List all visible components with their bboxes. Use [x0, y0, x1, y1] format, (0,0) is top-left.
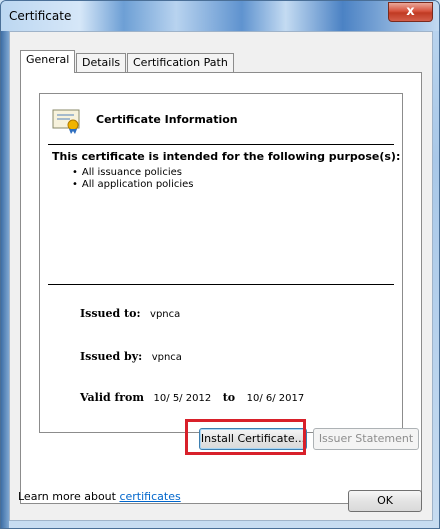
certificate-icon	[52, 109, 80, 134]
purpose-heading: This certificate is intended for the fol…	[52, 150, 401, 163]
issued-to-value: vpnca	[150, 309, 181, 320]
tab-details[interactable]: Details	[76, 53, 127, 72]
certificates-link[interactable]: certificates	[119, 490, 180, 503]
dialog-body: General Details Certification Path Certi…	[9, 31, 433, 521]
issued-by-row: Issued by: vpnca	[80, 350, 182, 363]
validity-row: Valid from 10/ 5/ 2012 to 10/ 6/ 2017	[80, 391, 304, 404]
certificate-window: Certificate x General Details Certificat…	[0, 0, 440, 529]
certificate-information-heading: Certificate Information	[96, 113, 238, 126]
ok-button[interactable]: OK	[348, 490, 422, 512]
valid-to-value: 10/ 6/ 2017	[246, 393, 305, 404]
close-button[interactable]: x	[388, 2, 433, 22]
tab-general[interactable]: General	[20, 50, 76, 73]
learn-more-text: Learn more about certificates	[18, 490, 181, 503]
close-icon: x	[406, 4, 415, 19]
tab-certification-path[interactable]: Certification Path	[127, 53, 234, 72]
issued-by-value: vpnca	[151, 352, 182, 363]
valid-to-label: to	[222, 391, 236, 404]
issued-to-row: Issued to: vpnca	[80, 307, 180, 320]
purpose-list: All issuance policies All application po…	[72, 167, 194, 191]
purpose-item: All issuance policies	[72, 167, 193, 179]
valid-from-label: Valid from	[80, 391, 145, 404]
title-bar[interactable]: Certificate x	[1, 1, 439, 31]
window-title: Certificate	[9, 9, 72, 23]
learn-more-prefix: Learn more about	[18, 490, 116, 503]
divider	[48, 144, 394, 145]
purpose-item: All application policies	[72, 179, 194, 191]
divider	[48, 284, 394, 285]
window-left-border	[1, 31, 9, 528]
issuer-statement-button[interactable]: Issuer Statement	[313, 428, 419, 450]
issued-to-label: Issued to:	[80, 307, 141, 320]
certificate-info-box: Certificate Information This certificate…	[39, 93, 403, 433]
install-certificate-button[interactable]: Install Certificate...	[199, 428, 307, 450]
issued-by-label: Issued by:	[80, 350, 143, 363]
valid-from-value: 10/ 5/ 2012	[153, 393, 212, 404]
